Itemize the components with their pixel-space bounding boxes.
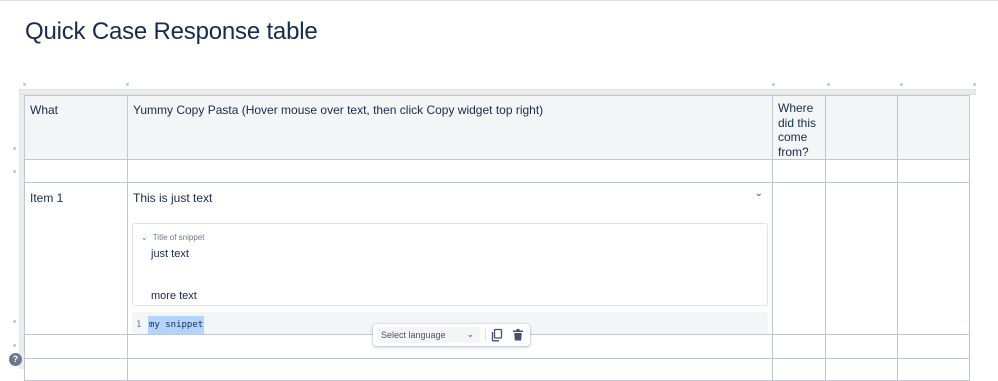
header-cell-empty[interactable] [897, 95, 970, 160]
table-cell[interactable] [897, 182, 970, 335]
trash-icon[interactable] [512, 328, 524, 342]
table-cell[interactable] [24, 159, 128, 183]
table-row-item: Item 1 This is just text ⌄ ⌄ Title of sni… [24, 182, 970, 335]
code-block-toolbar: Select language ⌄ [373, 324, 530, 346]
row-insert-dot[interactable] [13, 344, 16, 347]
table-cell-what[interactable]: Item 1 [24, 182, 128, 335]
table-cell[interactable] [772, 358, 826, 381]
table-cell[interactable] [825, 159, 898, 183]
header-what-label: What [30, 103, 59, 117]
table-cell[interactable] [825, 358, 898, 381]
table-cell-snippet[interactable]: This is just text ⌄ ⌄ Title of snippet ju… [127, 182, 773, 335]
table-header-row: What Yummy Copy Pasta (Hover mouse over … [24, 95, 970, 160]
column-insert-dot[interactable] [772, 83, 775, 86]
item-text: This is just text [133, 191, 213, 205]
expand-body-text: just text [151, 248, 189, 260]
header-cell-empty[interactable] [825, 95, 898, 160]
column-insert-dot[interactable] [900, 83, 903, 86]
header-where-label: Where did this come from? [778, 101, 817, 159]
code-line[interactable]: my snippet [148, 316, 205, 334]
copy-icon[interactable] [490, 328, 504, 342]
row-insert-dot[interactable] [13, 320, 16, 323]
language-select[interactable]: Select language ⌄ [377, 327, 480, 343]
table-cell[interactable] [897, 334, 970, 359]
chevron-down-icon[interactable]: ⌄ [141, 229, 148, 247]
table-cell[interactable] [825, 334, 898, 359]
header-cell-what[interactable]: What [24, 95, 128, 160]
toolbar-divider [485, 328, 486, 342]
expand-macro[interactable]: ⌄ Title of snippet just text more text [132, 223, 768, 306]
header-cell-where[interactable]: Where did this come from? [772, 95, 826, 160]
column-insert-dot[interactable] [973, 83, 976, 86]
row-insert-dot[interactable] [13, 147, 16, 150]
chevron-down-icon: ⌄ [466, 329, 474, 339]
language-select-label: Select language [381, 330, 446, 340]
row-insert-dot[interactable] [13, 170, 16, 173]
table-cell[interactable] [127, 159, 773, 183]
table-cell[interactable] [127, 358, 773, 381]
table-cell[interactable] [24, 358, 128, 381]
header-cell-yummy[interactable]: Yummy Copy Pasta (Hover mouse over text,… [127, 95, 773, 160]
expand-body-text: more text [151, 290, 197, 302]
item-label: Item 1 [30, 191, 64, 205]
table-cell[interactable] [24, 334, 128, 359]
code-line-number: 1 [136, 320, 142, 330]
table-cell[interactable] [772, 159, 826, 183]
header-yummy-label: Yummy Copy Pasta (Hover mouse over text,… [133, 103, 544, 117]
column-insert-dot[interactable] [827, 83, 830, 86]
table-row-empty [24, 159, 970, 183]
column-insert-dot[interactable] [23, 83, 26, 86]
table-cell[interactable] [897, 358, 970, 381]
table-cell[interactable] [772, 182, 826, 335]
column-insert-dot[interactable] [126, 83, 129, 86]
page-title: Quick Case Response table [25, 18, 318, 45]
table-cell[interactable] [825, 182, 898, 335]
expand-title: Title of snippet [152, 233, 205, 242]
table-row-empty [24, 358, 970, 381]
chevron-down-icon[interactable]: ⌄ [755, 185, 763, 203]
help-button[interactable]: ? [9, 353, 22, 366]
top-divider [0, 0, 998, 1]
table-cell[interactable] [772, 334, 826, 359]
table-cell[interactable] [897, 159, 970, 183]
